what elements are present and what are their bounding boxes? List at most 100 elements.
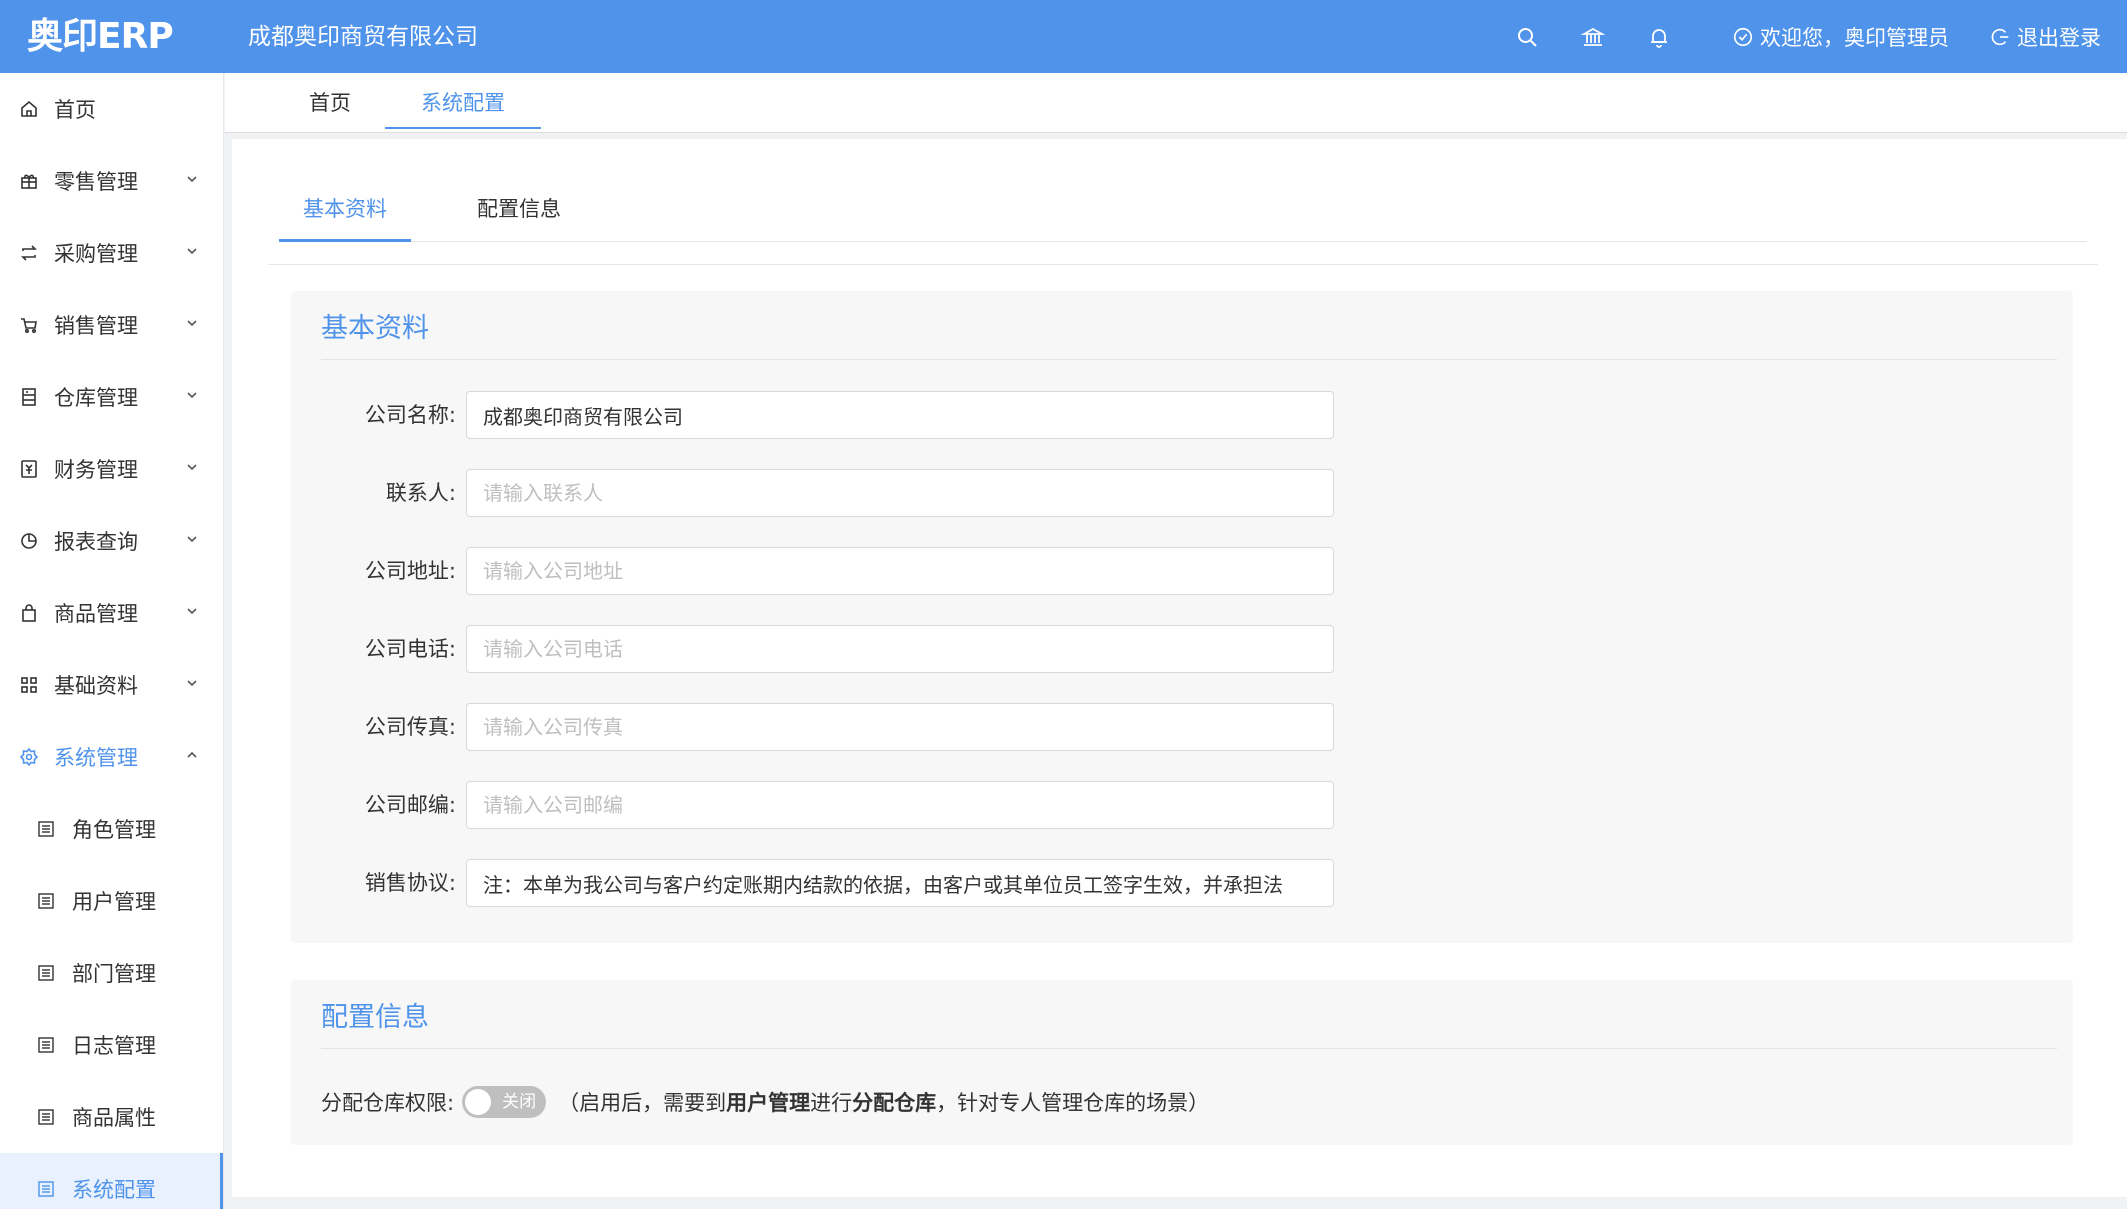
logout-icon <box>1991 28 2009 45</box>
check-circle-icon <box>1733 27 1753 46</box>
postcode-field[interactable] <box>466 781 1334 829</box>
welcome-text: 欢迎您，奥印管理员 <box>1760 25 1949 50</box>
sidebar: 首页 零售管理 采购管理 销售管理 仓库管理 财务管理 报表查询 商品管理 基础… <box>0 73 224 1209</box>
bank-icon[interactable] <box>1580 24 1606 50</box>
sidebar-subitem-label: 角色管理 <box>72 818 156 842</box>
grid-icon <box>18 674 40 696</box>
sales-agreement-field[interactable] <box>466 859 1334 907</box>
list-icon <box>36 1035 56 1055</box>
logout-label: 退出登录 <box>2017 25 2101 50</box>
sidebar-subitem-label: 商品属性 <box>72 1106 156 1130</box>
switch-hint: （启用后，需要到用户管理进行分配仓库，针对专人管理仓库的场景） <box>558 1091 1210 1115</box>
field-label: 公司传真: <box>364 715 456 739</box>
list-icon <box>36 1107 56 1127</box>
warehouse-permission-row: 分配仓库权限: 关闭 （启用后，需要到用户管理进行分配仓库，针对专人管理仓库的场… <box>321 1084 1209 1120</box>
switch-label: 分配仓库权限: <box>321 1091 455 1115</box>
chevron-down-icon <box>187 176 197 183</box>
form-row-fax: 公司传真: <box>291 703 2073 751</box>
form-row-sales-agreement: 销售协议: <box>291 859 2073 907</box>
toggle-state: 关闭 <box>502 1092 537 1112</box>
bag-icon <box>18 602 40 624</box>
section-divider <box>321 359 2057 360</box>
chevron-down-icon <box>187 608 197 615</box>
sidebar-subitem-users[interactable]: 用户管理 <box>0 865 223 937</box>
sidebar-item-label: 仓库管理 <box>54 386 138 410</box>
list-icon <box>36 891 56 911</box>
main-content: 基本资料 配置信息 基本资料 公司名称: 联系人: 公司地址: 公司电话: 公司… <box>232 139 2127 1197</box>
tab-config-info[interactable]: 配置信息 <box>459 182 579 242</box>
home-icon <box>18 98 40 120</box>
sidebar-item-products[interactable]: 商品管理 <box>0 577 223 649</box>
contact-field[interactable] <box>466 469 1334 517</box>
divider <box>268 264 2098 265</box>
form-row-postcode: 公司邮编: <box>291 781 2073 829</box>
tab-basic-info[interactable]: 基本资料 <box>279 182 411 242</box>
toggle-knob <box>465 1089 492 1115</box>
sidebar-subitem-system-config[interactable]: 系统配置 <box>0 1153 223 1209</box>
sidebar-item-label: 采购管理 <box>54 242 138 266</box>
header-actions: 欢迎您，奥印管理员 退出登录 <box>1494 0 2101 73</box>
field-label: 联系人: <box>385 481 456 505</box>
list-icon <box>36 819 56 839</box>
swap-icon <box>18 242 40 264</box>
storage-icon <box>18 386 40 408</box>
sidebar-item-label: 销售管理 <box>54 314 138 338</box>
sidebar-item-label: 零售管理 <box>54 170 138 194</box>
warehouse-permission-toggle[interactable]: 关闭 <box>462 1086 547 1118</box>
form-row-contact: 联系人: <box>291 469 2073 517</box>
sidebar-subitem-product-attributes[interactable]: 商品属性 <box>0 1081 223 1153</box>
chevron-down-icon <box>187 680 197 687</box>
field-label: 公司地址: <box>364 559 456 583</box>
sidebar-subitem-departments[interactable]: 部门管理 <box>0 937 223 1009</box>
phone-field[interactable] <box>466 625 1334 673</box>
chevron-down-icon <box>187 392 197 399</box>
chevron-up-icon <box>187 751 197 758</box>
search-icon[interactable] <box>1514 24 1540 50</box>
sidebar-item-label: 基础资料 <box>54 674 138 698</box>
section-divider <box>321 1048 2057 1049</box>
tab-system-config[interactable]: 系统配置 <box>385 73 541 129</box>
logout-button[interactable]: 退出登录 <box>1989 22 2101 52</box>
sidebar-item-retail[interactable]: 零售管理 <box>0 145 223 217</box>
list-icon <box>36 963 56 983</box>
gear-icon <box>18 746 40 768</box>
chevron-down-icon <box>187 536 197 543</box>
company-name-field[interactable] <box>466 391 1334 439</box>
field-label: 公司邮编: <box>364 793 456 817</box>
chevron-down-icon <box>187 464 197 471</box>
sidebar-item-finance[interactable]: 财务管理 <box>0 433 223 505</box>
app-logo[interactable]: 奥印ERP <box>27 14 174 60</box>
sidebar-item-label: 报表查询 <box>54 530 138 554</box>
sidebar-subitem-label: 系统配置 <box>72 1178 156 1202</box>
sidebar-item-reports[interactable]: 报表查询 <box>0 505 223 577</box>
sidebar-subitem-roles[interactable]: 角色管理 <box>0 793 223 865</box>
sidebar-item-warehouse[interactable]: 仓库管理 <box>0 361 223 433</box>
sidebar-item-basic-data[interactable]: 基础资料 <box>0 649 223 721</box>
sidebar-subitem-label: 部门管理 <box>72 962 156 986</box>
tab-home[interactable]: 首页 <box>290 73 370 129</box>
form-row-phone: 公司电话: <box>291 625 2073 673</box>
welcome-user[interactable]: 欢迎您，奥印管理员 <box>1732 22 1949 52</box>
sidebar-subitem-logs[interactable]: 日志管理 <box>0 1009 223 1081</box>
sidebar-item-sales[interactable]: 销售管理 <box>0 289 223 361</box>
field-label: 公司电话: <box>364 637 456 661</box>
fax-field[interactable] <box>466 703 1334 751</box>
page-tab-bar: 首页 系统配置 <box>225 73 2127 133</box>
sidebar-item-system[interactable]: 系统管理 <box>0 721 223 793</box>
sidebar-item-label: 商品管理 <box>54 602 138 626</box>
basic-info-panel: 基本资料 公司名称: 联系人: 公司地址: 公司电话: 公司传真: 公司邮编: … <box>291 291 2073 943</box>
field-label: 公司名称: <box>364 403 456 427</box>
pie-chart-icon <box>18 530 40 552</box>
sidebar-item-label: 财务管理 <box>54 458 138 482</box>
bell-icon[interactable] <box>1646 24 1672 50</box>
address-field[interactable] <box>466 547 1334 595</box>
company-name: 成都奥印商贸有限公司 <box>248 24 478 50</box>
hint-emphasis: 用户管理 <box>726 1091 811 1115</box>
sidebar-item-home[interactable]: 首页 <box>0 73 223 145</box>
chevron-down-icon <box>187 320 197 327</box>
section-title: 基本资料 <box>321 313 429 344</box>
sidebar-item-purchase[interactable]: 采购管理 <box>0 217 223 289</box>
form-row-address: 公司地址: <box>291 547 2073 595</box>
section-title: 配置信息 <box>321 1002 429 1033</box>
sidebar-subitem-label: 日志管理 <box>72 1034 156 1058</box>
